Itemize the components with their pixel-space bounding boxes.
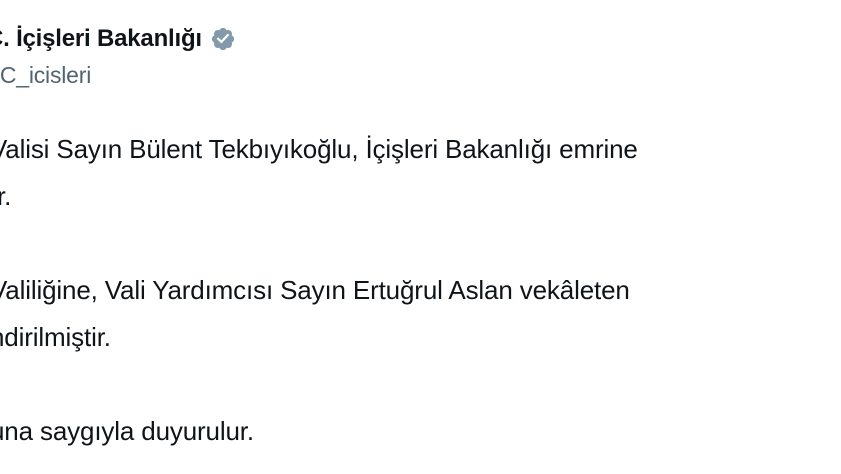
tweet-line-4: Valiliğine, Vali Yardımcısı Sayın Ertuğr… xyxy=(0,275,630,305)
tweet-line-3 xyxy=(0,220,841,267)
tweet-text: Valisi Sayın Bülent Tekbıyıkoğlu, İçişle… xyxy=(0,126,841,455)
author-display-name[interactable]: C. İçişleri Bakanlığı xyxy=(0,25,202,53)
author-handle-text[interactable]: TC_icisleri xyxy=(0,62,91,88)
tweet-line-2: ır. xyxy=(0,181,12,211)
tweet-line-5: ndirilmiştir. xyxy=(0,322,111,352)
tweet-line-6 xyxy=(0,361,841,408)
tweet-header: C. İçişleri Bakanlığı TC_icisleri xyxy=(0,22,236,89)
tweet-line-7: una saygıyla duyurulur. xyxy=(0,416,254,446)
verified-badge-icon[interactable] xyxy=(210,26,236,52)
tweet-card: C. İçişleri Bakanlığı TC_icisleri Valisi… xyxy=(0,0,841,474)
tweet-line-1: Valisi Sayın Bülent Tekbıyıkoğlu, İçişle… xyxy=(0,134,638,164)
author-handle[interactable]: TC_icisleri xyxy=(0,62,236,89)
author-name-row[interactable]: C. İçişleri Bakanlığı xyxy=(0,22,236,56)
